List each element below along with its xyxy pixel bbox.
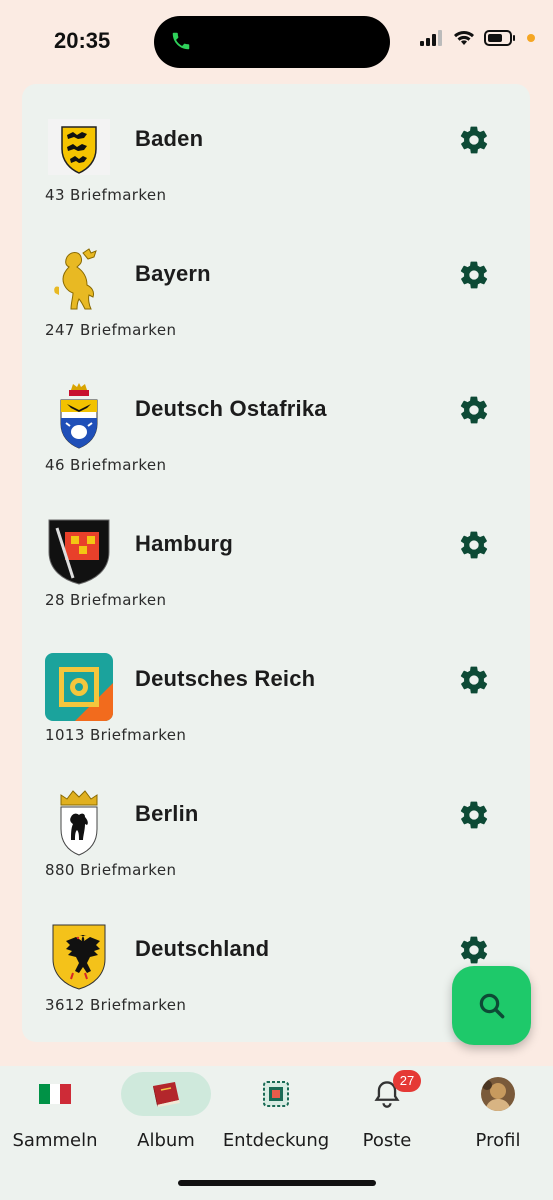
settings-gear-icon[interactable] — [458, 799, 490, 831]
nav-label: Entdeckung — [222, 1130, 330, 1151]
nav-item-entdeckung[interactable]: Entdeckung — [221, 1066, 331, 1158]
baden-coat-of-arms-icon — [44, 112, 114, 182]
settings-gear-icon[interactable] — [458, 934, 490, 966]
album-item-baden[interactable]: Baden 43 Briefmarken — [22, 84, 530, 219]
wifi-icon — [454, 31, 474, 45]
album-name: Berlin — [135, 801, 199, 826]
bavaria-lion-icon — [44, 247, 114, 317]
nav-item-album[interactable]: Album — [111, 1066, 221, 1158]
search-icon — [479, 993, 504, 1018]
album-name: Deutsch Ostafrika — [135, 396, 327, 421]
nav-item-profil[interactable]: Profil — [443, 1066, 553, 1158]
status-bar: 20:35 — [0, 0, 553, 84]
home-indicator[interactable] — [178, 1180, 376, 1186]
album-item-deutsches-reich[interactable]: Deutsches Reich 1013 Briefmarken — [22, 624, 530, 759]
status-time: 20:35 — [54, 28, 111, 53]
album-item-berlin[interactable]: Berlin 880 Briefmarken — [22, 759, 530, 894]
album-name: Hamburg — [135, 531, 233, 556]
settings-gear-icon[interactable] — [458, 394, 490, 426]
album-count: 247 Briefmarken — [45, 321, 177, 339]
album-item-bayern[interactable]: Bayern 247 Briefmarken — [22, 219, 530, 354]
album-item-hamburg[interactable]: Hamburg 28 Briefmarken — [22, 489, 530, 624]
nav-item-sammeln[interactable]: Sammeln — [0, 1066, 110, 1158]
album-count: 3612 Briefmarken — [45, 996, 187, 1014]
album-name: Deutschland — [135, 936, 270, 961]
hamburg-coat-of-arms-icon — [44, 517, 114, 587]
italy-flag-icon — [39, 1084, 71, 1104]
album-name: Bayern — [135, 261, 211, 286]
berlin-bear-icon — [44, 787, 114, 857]
settings-gear-icon[interactable] — [458, 529, 490, 561]
search-button[interactable] — [452, 966, 531, 1045]
east-africa-coat-of-arms-icon — [44, 382, 114, 452]
settings-gear-icon[interactable] — [458, 664, 490, 696]
nav-active-indicator — [121, 1072, 211, 1116]
privacy-indicator — [527, 34, 535, 42]
album-list: Baden 43 Briefmarken Bayern 247 Briefmar… — [22, 84, 530, 1042]
nav-item-poste[interactable]: 27 Poste — [332, 1066, 442, 1158]
book-icon — [153, 1082, 180, 1107]
album-count: 28 Briefmarken — [45, 591, 167, 609]
album-item-deutsch-ostafrika[interactable]: Deutsch Ostafrika 46 Briefmarken — [22, 354, 530, 489]
phone-call-icon — [172, 32, 190, 50]
nav-label: Profil — [475, 1130, 521, 1151]
album-name: Baden — [135, 126, 204, 151]
avatar — [481, 1077, 515, 1111]
settings-gear-icon[interactable] — [458, 124, 490, 156]
album-count: 43 Briefmarken — [45, 186, 167, 204]
german-eagle-icon — [44, 922, 114, 992]
dynamic-island — [154, 16, 390, 68]
album-count: 46 Briefmarken — [45, 456, 167, 474]
stamp-icon — [44, 652, 114, 722]
status-icons — [420, 30, 535, 46]
notification-badge: 27 — [393, 1070, 421, 1092]
nav-label: Poste — [362, 1130, 412, 1151]
settings-gear-icon[interactable] — [458, 259, 490, 291]
album-name: Deutsches Reich — [135, 666, 316, 691]
signal-icon — [420, 30, 442, 46]
album-count: 880 Briefmarken — [45, 861, 177, 879]
nav-label: Album — [137, 1130, 195, 1151]
battery-icon — [484, 30, 515, 46]
stamp-frame-icon — [263, 1081, 289, 1107]
album-count: 1013 Briefmarken — [45, 726, 187, 744]
nav-label: Sammeln — [12, 1130, 98, 1151]
